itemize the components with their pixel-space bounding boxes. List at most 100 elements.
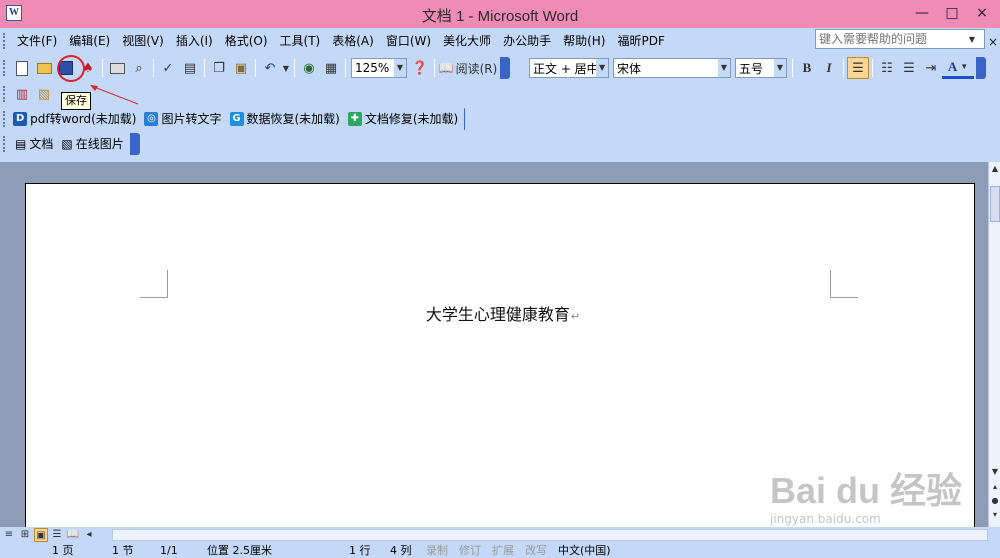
menu-gripper[interactable] (3, 33, 7, 49)
zoom-combo[interactable]: 125% ▼ (351, 58, 407, 78)
help-button[interactable]: ❓ (409, 57, 431, 79)
plugin-toolbar-gripper[interactable] (3, 111, 6, 127)
open-button[interactable] (33, 57, 55, 79)
hyperlink-button[interactable]: ◉ (298, 57, 320, 79)
toolbar-separator (255, 59, 256, 77)
undo-dropdown-button[interactable]: ▼ (281, 57, 291, 79)
close-document-button[interactable]: × (986, 31, 1000, 53)
align-center-icon: ☰ (852, 60, 864, 76)
indent-button[interactable]: ⇥ (920, 57, 942, 79)
font-size-value: 五号 (739, 61, 764, 76)
spelling-button[interactable]: ✓ (157, 57, 179, 79)
menu-format[interactable]: 格式(O) (219, 31, 274, 51)
save-highlight-circle (57, 55, 85, 82)
bold-button[interactable]: B (796, 57, 818, 79)
normal-view-icon[interactable]: ≡ (2, 528, 16, 542)
web-view-icon[interactable]: ⊞ (18, 528, 32, 542)
print-button[interactable] (106, 57, 128, 79)
document-repair-icon: ✚ (347, 112, 362, 126)
copy-button[interactable]: ❐ (208, 57, 230, 79)
font-color-button[interactable]: A ▼ (942, 57, 974, 79)
status-language: 中文(中国) (558, 544, 611, 557)
horizontal-scrollbar[interactable] (112, 529, 988, 541)
pdf-to-word-button[interactable]: D pdf转word(未加载) (9, 109, 140, 129)
status-position: 位置 2.5厘米 (207, 544, 272, 557)
chevron-down-icon[interactable]: ▼ (774, 59, 786, 77)
bullets-button[interactable]: ☰ (898, 57, 920, 79)
help-dropdown-arrow-icon[interactable]: ▼ (966, 35, 978, 44)
vertical-scrollbar[interactable]: ▲ ▼ ▴ ● ▾ (988, 162, 1000, 527)
image-to-text-button[interactable]: ◎ 图片转文字 (140, 109, 225, 129)
menu-insert[interactable]: 插入(I) (170, 31, 219, 51)
help-question-input[interactable] (816, 32, 966, 46)
menu-window[interactable]: 窗口(W) (380, 31, 437, 51)
minimize-button[interactable]: — (908, 2, 936, 24)
menu-edit[interactable]: 编辑(E) (63, 31, 116, 51)
italic-button[interactable]: I (818, 57, 840, 79)
toolbar-options-button[interactable] (129, 133, 140, 155)
doc-button[interactable]: ▤ 文档 (11, 134, 57, 154)
menu-beautify[interactable]: 美化大师 (437, 31, 497, 51)
indent-icon: ⇥ (925, 60, 937, 76)
chevron-down-icon[interactable]: ▼ (394, 59, 406, 77)
small-toolbar-gripper[interactable] (3, 86, 7, 102)
help-question-box[interactable]: ▼ (815, 29, 985, 49)
status-page: 1 页 (52, 544, 74, 557)
doc-toolbar-gripper[interactable] (3, 136, 7, 152)
status-track-changes[interactable]: 修订 (459, 544, 481, 557)
next-page-icon[interactable]: ▾ (989, 510, 1000, 519)
menu-office-assistant[interactable]: 办公助手 (497, 31, 557, 51)
spelling-icon: ✓ (162, 60, 174, 76)
menu-table[interactable]: 表格(A) (326, 31, 380, 51)
standard-toolbar-gripper[interactable] (3, 60, 7, 76)
menu-file[interactable]: 文件(F) (11, 31, 63, 51)
chevron-down-icon[interactable]: ▼ (718, 59, 730, 77)
font-combo[interactable]: 宋体 ▼ (613, 58, 731, 78)
menu-view[interactable]: 视图(V) (116, 31, 170, 51)
align-center-button[interactable]: ☰ (847, 57, 869, 79)
data-recovery-label: 数据恢复(未加载) (246, 112, 340, 126)
document-body-text[interactable]: 大学生心理健康教育↵ (26, 301, 976, 325)
menu-tools[interactable]: 工具(T) (274, 31, 327, 51)
status-extend[interactable]: 扩展 (492, 544, 514, 557)
numbering-button[interactable]: ☷ (876, 57, 898, 79)
font-size-combo[interactable]: 五号 ▼ (735, 58, 787, 78)
toolbar-options-button[interactable] (464, 108, 465, 130)
previous-page-icon[interactable]: ▴ (989, 482, 1000, 491)
scroll-up-icon[interactable]: ▲ (989, 164, 1000, 173)
print-icon (109, 62, 125, 74)
menu-foxit-pdf[interactable]: 福昕PDF (611, 31, 670, 51)
print-layout-view-icon[interactable]: ▣ (34, 528, 48, 542)
scroll-down-icon[interactable]: ▼ (989, 467, 1000, 476)
new-document-button[interactable] (11, 57, 33, 79)
menu-help[interactable]: 帮助(H) (557, 31, 611, 51)
vertical-scroll-thumb[interactable] (990, 186, 1000, 222)
print-preview-button[interactable]: ⌕ (128, 57, 150, 79)
style-combo[interactable]: 正文 + 居中 ▼ (529, 58, 609, 78)
toolbar-options-button[interactable] (500, 57, 510, 79)
status-bar: 1 页 1 节 1/1 位置 2.5厘米 1 行 4 列 录制 修订 扩展 改写… (0, 543, 1000, 558)
read-button[interactable]: 📖 阅读(R) (438, 57, 498, 79)
undo-button[interactable]: ↶ (259, 57, 281, 79)
maximize-button[interactable]: □ (938, 2, 966, 24)
watermark-url-text: jingyan.baidu.com (770, 512, 881, 526)
reading-view-icon[interactable]: 📖 (66, 528, 80, 542)
toolbar-options-button[interactable] (976, 57, 986, 79)
online-image-button[interactable]: ▧ 在线图片 (57, 134, 127, 154)
research-button[interactable]: ▤ (179, 57, 201, 79)
status-overtype[interactable]: 改写 (525, 544, 547, 557)
small-tool-button-2[interactable]: ▧ (33, 83, 55, 105)
data-recovery-button[interactable]: G 数据恢复(未加载) (226, 109, 344, 129)
outline-view-icon[interactable]: ☰ (50, 528, 64, 542)
paste-button[interactable]: ▣ (230, 57, 252, 79)
pdf-to-word-label: pdf转word(未加载) (30, 112, 137, 126)
baidu-watermark: Bai du 经验 jingyan.baidu.com (760, 450, 980, 530)
browse-object-icon[interactable]: ● (989, 496, 1000, 505)
scroll-left-icon[interactable]: ◂ (82, 528, 96, 542)
document-repair-button[interactable]: ✚ 文档修复(未加载) (344, 109, 462, 129)
small-tool-button-1[interactable]: ▥ (11, 83, 33, 105)
insert-table-button[interactable]: ▦ (320, 57, 342, 79)
close-button[interactable]: × (968, 2, 996, 24)
chevron-down-icon[interactable]: ▼ (596, 59, 608, 77)
status-record[interactable]: 录制 (426, 544, 448, 557)
